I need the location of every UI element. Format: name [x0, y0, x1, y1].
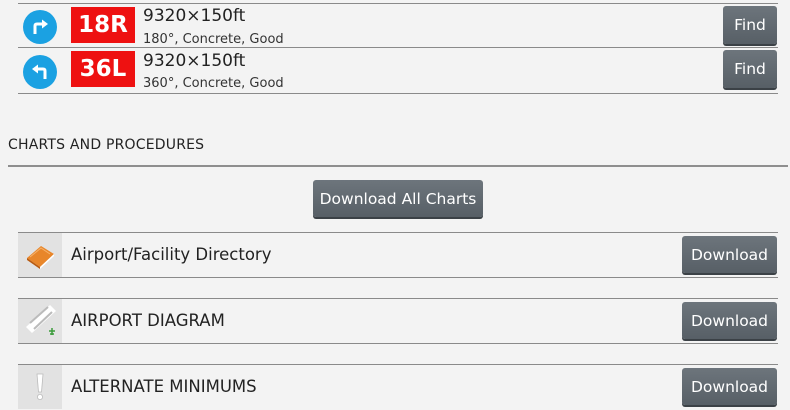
runway-dimensions: 9320×150ft — [143, 6, 246, 26]
runway-row-18r: 18R 9320×150ft 180°, Concrete, Good Find — [18, 3, 778, 48]
find-button[interactable]: Find — [723, 6, 777, 44]
runway-badge: 18R — [71, 7, 135, 43]
chart-row-afd[interactable]: Airport/Facility Directory Download — [18, 232, 778, 278]
exclamation-icon — [18, 365, 62, 409]
runway-description: 360°, Concrete, Good — [143, 76, 284, 91]
download-button[interactable]: Download — [682, 236, 777, 273]
runway-dimensions: 9320×150ft — [143, 51, 246, 71]
chart-label: Airport/Facility Directory — [71, 245, 272, 264]
book-icon — [18, 233, 62, 277]
chart-row-alternate-minimums[interactable]: ALTERNATE MINIMUMS Download — [18, 364, 778, 410]
chart-label: ALTERNATE MINIMUMS — [71, 377, 257, 396]
airport-diagram-icon — [18, 299, 62, 343]
right-turn-icon — [23, 10, 57, 44]
chart-row-airport-diagram[interactable]: AIRPORT DIAGRAM Download — [18, 298, 778, 344]
section-divider — [8, 165, 788, 167]
left-turn-icon — [23, 55, 57, 89]
section-title: CHARTS AND PROCEDURES — [8, 137, 205, 153]
runway-badge: 36L — [71, 51, 135, 87]
find-button[interactable]: Find — [723, 50, 777, 88]
download-button[interactable]: Download — [682, 368, 777, 405]
runway-description: 180°, Concrete, Good — [143, 32, 284, 47]
download-all-charts-button[interactable]: Download All Charts — [313, 180, 483, 217]
runway-row-36l: 36L 9320×150ft 360°, Concrete, Good Find — [18, 47, 778, 94]
chart-label: AIRPORT DIAGRAM — [71, 311, 225, 330]
download-button[interactable]: Download — [682, 302, 777, 339]
